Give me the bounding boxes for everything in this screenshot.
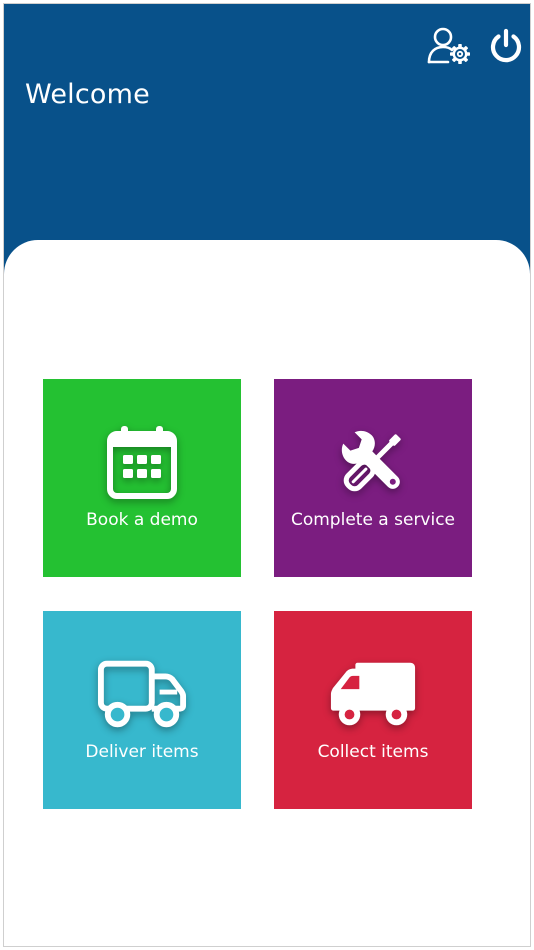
truck-outline-icon bbox=[97, 649, 187, 739]
page-title: Welcome bbox=[25, 79, 150, 110]
tile-label: Deliver items bbox=[85, 742, 199, 762]
user-settings-icon bbox=[427, 27, 470, 64]
calendar-icon bbox=[97, 417, 187, 507]
power-icon bbox=[490, 28, 522, 63]
tools-icon bbox=[328, 417, 418, 507]
deliver-items-tile[interactable]: Deliver items bbox=[43, 611, 241, 809]
tile-label: Complete a service bbox=[290, 510, 456, 530]
content-card bbox=[4, 240, 530, 946]
app-frame: Welcome Book a demo Complete a service D… bbox=[3, 3, 531, 947]
logout-button[interactable] bbox=[482, 24, 530, 68]
tile-label: Book a demo bbox=[86, 510, 198, 530]
header: Welcome bbox=[4, 4, 530, 274]
user-settings-button[interactable] bbox=[426, 24, 474, 68]
van-icon bbox=[328, 649, 418, 739]
book-a-demo-tile[interactable]: Book a demo bbox=[43, 379, 241, 577]
tile-label: Collect items bbox=[317, 742, 429, 762]
collect-items-tile[interactable]: Collect items bbox=[274, 611, 472, 809]
complete-a-service-tile[interactable]: Complete a service bbox=[274, 379, 472, 577]
